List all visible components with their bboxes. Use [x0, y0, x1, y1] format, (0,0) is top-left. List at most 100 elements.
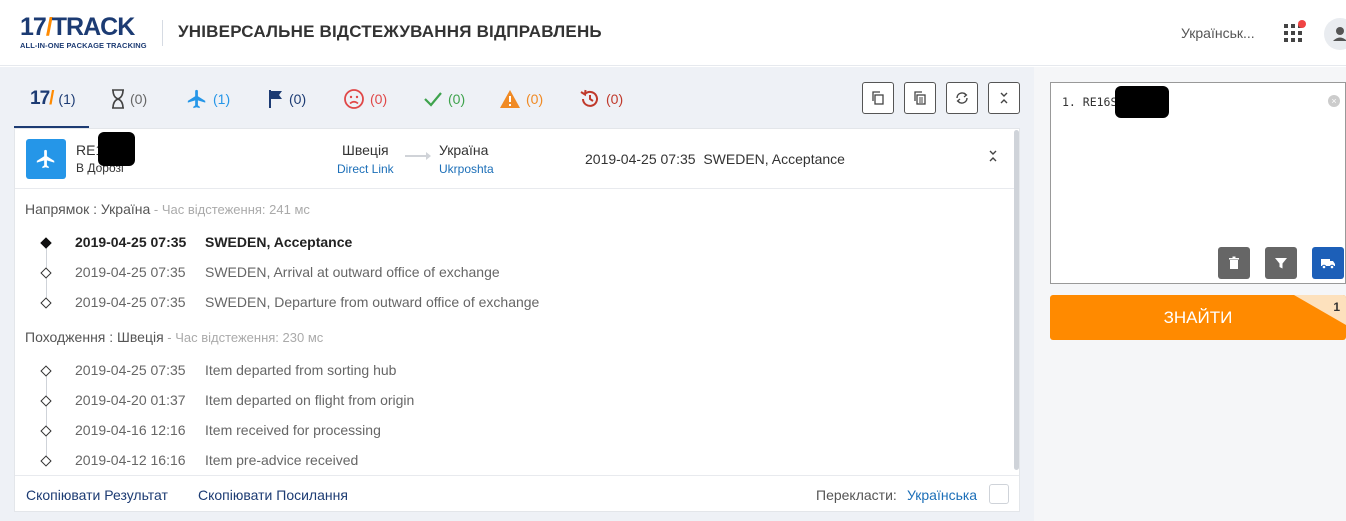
check-icon [424, 92, 442, 107]
route-arrow [405, 152, 431, 160]
destination-country: Україна [439, 142, 489, 158]
event-description: SWEDEN, Acceptance [205, 234, 353, 250]
hourglass-icon [112, 89, 124, 109]
event-time: 2019-04-16 12:16 [75, 422, 186, 438]
translate-checkbox[interactable] [989, 484, 1009, 504]
in-transit-badge [26, 139, 66, 179]
tracking-count: 1 [1333, 300, 1340, 314]
tab-pick-up[interactable]: (0) [268, 84, 306, 114]
collapse-all-button[interactable] [988, 82, 1020, 114]
tab-count: (0) [448, 91, 466, 107]
timeline-dot [40, 395, 52, 407]
tab-count: (1) [213, 91, 231, 107]
timeline-event: 2019-04-25 07:35 Item departed from sort… [25, 362, 1005, 386]
origin-carrier-link[interactable]: Direct Link [337, 162, 394, 176]
collapse-details-icon[interactable] [987, 149, 1001, 163]
copy-all-button[interactable] [904, 82, 936, 114]
tab-undelivered[interactable]: (0) [343, 84, 387, 114]
17track-logo[interactable]: 17/TRACK ALL-IN-ONE PACKAGE TRACKING [20, 14, 150, 54]
section-timing: - Час відстеження: 230 мс [163, 330, 324, 345]
page-title: УНІВЕРСАЛЬНЕ ВІДСТЕЖУВАННЯ ВІДПРАВЛЕНЬ [178, 22, 602, 41]
translate-language-link[interactable]: Українська [907, 487, 977, 503]
tab-expired[interactable]: (0) [579, 84, 623, 114]
filter-icon [1275, 258, 1287, 269]
event-time: 2019-04-25 07:35 [75, 264, 186, 280]
copy-button[interactable] [862, 82, 894, 114]
tab-count: (0) [370, 91, 388, 107]
event-time: 2019-04-25 07:35 [75, 362, 186, 378]
copy-all-icon [914, 91, 926, 105]
result-panel: RE16SE В Дорозі Швеція Direct Link Украї… [14, 128, 1020, 512]
event-time: 2019-04-25 07:35 [75, 294, 186, 310]
latest-event-time: 2019-04-25 07:35 [585, 151, 696, 167]
truck-icon [1321, 259, 1335, 270]
event-time: 2019-04-25 07:35 [75, 234, 187, 250]
section-timing: - Час відстеження: 241 мс [150, 202, 310, 217]
tab-alert[interactable]: (0) [499, 84, 543, 114]
tab-not-found[interactable]: (0) [111, 84, 147, 114]
tab-count: (0) [526, 91, 544, 107]
tracking-input-area[interactable]: 1. RE16SE × [1050, 82, 1346, 284]
timeline-dot [40, 237, 52, 249]
timeline-dot [40, 425, 52, 437]
timeline-event: 2019-04-25 07:35 SWEDEN, Acceptance [25, 234, 1005, 258]
translate-label: Перекласти: [816, 487, 897, 503]
result-footer: Скопіювати Результат Скопіювати Посиланн… [15, 475, 1019, 512]
timeline-event: 2019-04-25 07:35 SWEDEN, Departure from … [25, 294, 1005, 318]
refresh-button[interactable] [946, 82, 978, 114]
destination-carrier-link[interactable]: Ukrposhta [439, 162, 494, 176]
delete-button[interactable] [1218, 247, 1250, 279]
redaction-mark [1115, 86, 1169, 118]
shipment-summary-row[interactable]: RE16SE В Дорозі Швеція Direct Link Украї… [15, 129, 1019, 189]
warning-icon [500, 90, 520, 108]
timeline-event: 2019-04-12 16:16 Item pre-advice receive… [25, 452, 1005, 476]
timeline-event: 2019-04-25 07:35 SWEDEN, Arrival at outw… [25, 264, 1005, 288]
tab-in-transit[interactable]: (1) [186, 84, 230, 114]
timeline-event: 2019-04-16 12:16 Item received for proce… [25, 422, 1005, 446]
tab-count: (1) [58, 91, 76, 107]
airplane-icon [36, 149, 55, 169]
event-description: Item departed on flight from origin [205, 392, 415, 408]
find-button[interactable]: ЗНАЙТИ 1 [1050, 295, 1346, 340]
carrier-select-button[interactable] [1312, 247, 1344, 279]
destination-section-title: Напрямок : Україна - Час відстеження: 24… [25, 201, 310, 217]
event-description: SWEDEN, Arrival at outward office of exc… [205, 264, 500, 280]
flag-icon [269, 90, 282, 108]
origin-country: Швеція [342, 142, 389, 158]
header-divider [162, 20, 163, 46]
tab-count: (0) [289, 91, 307, 107]
section-heading: Походження : Швеція [25, 329, 164, 345]
timeline-event: 2019-04-20 01:37 Item departed on flight… [25, 392, 1005, 416]
copy-result-link[interactable]: Скопіювати Результат [26, 487, 168, 503]
refresh-icon [956, 92, 968, 104]
scrollbar[interactable] [1014, 130, 1019, 470]
tab-count: (0) [130, 91, 148, 107]
user-avatar[interactable] [1324, 18, 1346, 50]
tab-count: (0) [606, 91, 624, 107]
trash-icon [1229, 256, 1239, 269]
destination-block: Україна Ukrposhta [439, 142, 494, 176]
17track-icon: 17/ [30, 88, 54, 109]
event-description: SWEDEN, Departure from outward office of… [205, 294, 540, 310]
user-icon [1333, 27, 1346, 41]
section-heading: Напрямок : Україна [25, 201, 151, 217]
language-selector[interactable]: Українськ... [1181, 25, 1255, 41]
filter-button[interactable] [1265, 247, 1297, 279]
event-time: 2019-04-12 16:16 [75, 452, 186, 468]
logo-tagline: ALL-IN-ONE PACKAGE TRACKING [20, 41, 147, 50]
timeline-line [46, 373, 47, 463]
collapse-icon [1000, 92, 1008, 104]
event-description: Item pre-advice received [205, 452, 359, 468]
latest-event: 2019-04-25 07:35 SWEDEN, Acceptance [585, 151, 845, 167]
tab-all[interactable]: 17/ (1) [30, 84, 76, 114]
tab-delivered[interactable]: (0) [423, 84, 465, 114]
notification-dot [1298, 20, 1306, 28]
timeline-dot [40, 297, 52, 309]
sad-face-icon [344, 89, 364, 109]
origin-section-title: Походження : Швеція - Час відстеження: 2… [25, 329, 323, 345]
latest-event-desc: SWEDEN, Acceptance [703, 151, 845, 167]
clear-line-icon[interactable]: × [1328, 95, 1340, 107]
copy-link-link[interactable]: Скопіювати Посилання [198, 487, 348, 503]
copy-icon [872, 91, 884, 105]
event-description: Item departed from sorting hub [205, 362, 397, 378]
